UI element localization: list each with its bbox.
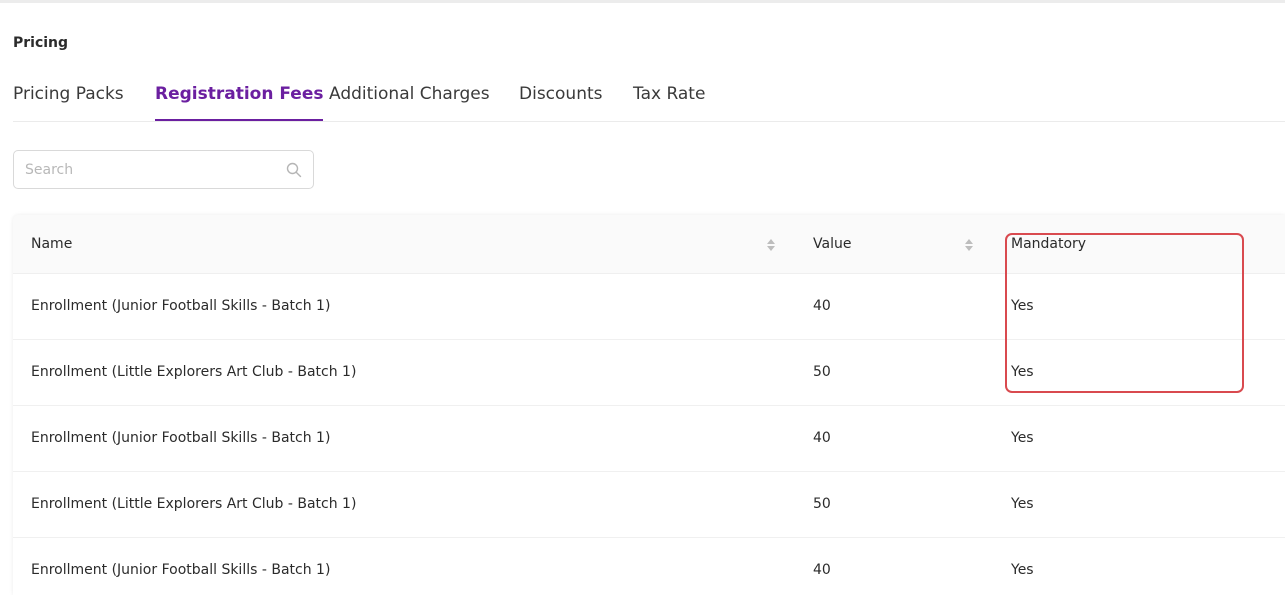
table-header: Name Value Mandatory [13,215,1285,274]
pricing-page: Pricing Pricing Packs Registration Fees … [0,0,1285,595]
cell-value: 40 [813,298,831,314]
tab-tax-rate[interactable]: Tax Rate [633,84,705,121]
cell-value: 40 [813,430,831,446]
cell-name: Enrollment (Little Explorers Art Club - … [31,364,357,380]
cell-mandatory: Yes [1011,496,1034,512]
table-row[interactable]: Enrollment (Junior Football Skills - Bat… [13,274,1285,340]
cell-value: 40 [813,562,831,578]
cell-name: Enrollment (Junior Football Skills - Bat… [31,562,331,578]
tab-registration-fees[interactable]: Registration Fees [155,84,324,121]
column-header-mandatory: Mandatory [1011,236,1087,252]
pricing-tabs: Pricing Packs Registration Fees Addition… [13,84,1285,122]
column-header-value[interactable]: Value [813,236,851,252]
cell-mandatory: Yes [1011,562,1034,578]
table-row[interactable]: Enrollment (Junior Football Skills - Bat… [13,406,1285,472]
cell-name: Enrollment (Little Explorers Art Club - … [31,496,357,512]
cell-mandatory: Yes [1011,364,1034,380]
cell-name: Enrollment (Junior Football Skills - Bat… [31,430,331,446]
tab-pricing-packs[interactable]: Pricing Packs [13,84,124,121]
search-input[interactable] [25,159,275,181]
table-row[interactable]: Enrollment (Little Explorers Art Club - … [13,472,1285,538]
tab-additional-charges[interactable]: Additional Charges [329,84,490,121]
sort-icon[interactable] [964,237,974,253]
search-icon[interactable] [286,162,302,178]
cell-mandatory: Yes [1011,298,1034,314]
tab-discounts[interactable]: Discounts [519,84,603,121]
cell-name: Enrollment (Junior Football Skills - Bat… [31,298,331,314]
section-title: Pricing [13,35,69,51]
registration-fees-table: Name Value Mandatory Enrollment (Junior … [13,215,1285,595]
cell-value: 50 [813,496,831,512]
column-header-name[interactable]: Name [31,236,72,252]
table-row[interactable]: Enrollment (Junior Football Skills - Bat… [13,538,1285,595]
table-row[interactable]: Enrollment (Little Explorers Art Club - … [13,340,1285,406]
cell-mandatory: Yes [1011,430,1034,446]
cell-value: 50 [813,364,831,380]
sort-icon[interactable] [766,237,776,253]
search-box [13,150,314,189]
top-divider [0,0,1285,3]
